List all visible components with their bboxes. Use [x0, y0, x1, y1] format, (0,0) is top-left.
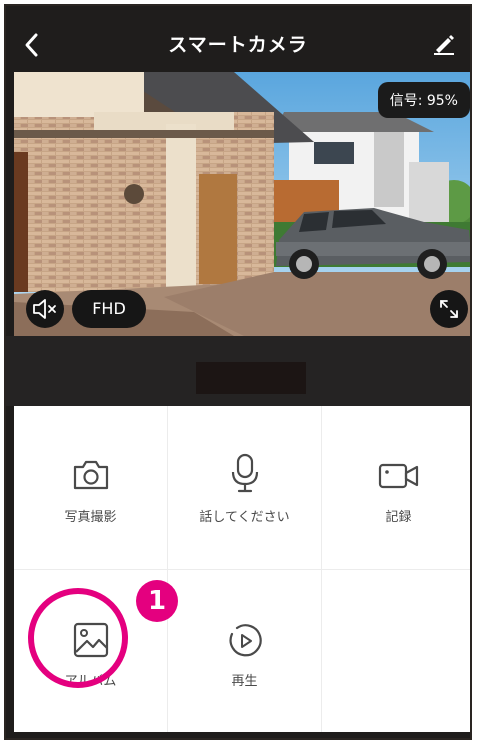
playback-label: 再生 [231, 674, 258, 689]
fullscreen-icon [440, 300, 458, 318]
take-photo-label: 写真撮影 [64, 510, 117, 525]
top-bar: スマートカメラ [6, 6, 470, 74]
speaker-muted-icon [33, 299, 56, 319]
edit-button[interactable] [432, 32, 456, 56]
talk-label: 話してください [199, 510, 290, 525]
fullscreen-button[interactable] [430, 290, 468, 328]
video-camera-icon [378, 463, 418, 489]
playback-icon [229, 624, 262, 657]
microphone-icon [231, 453, 258, 493]
step-number-badge: 1 [136, 580, 178, 622]
page-title: スマートカメラ [168, 34, 308, 56]
album-highlight-circle [28, 588, 128, 688]
video-quality-button[interactable]: FHD [72, 290, 146, 328]
talk-button[interactable]: 話してください [168, 406, 321, 569]
empty-cell [322, 570, 470, 733]
playback-button[interactable]: 再生 [168, 570, 321, 733]
take-photo-button[interactable]: 写真撮影 [14, 406, 167, 569]
signal-strength-badge: 信号: 95% [377, 82, 470, 118]
status-indicator [196, 362, 306, 394]
pencil-icon [434, 35, 454, 55]
control-bar [6, 336, 470, 406]
record-label: 記録 [385, 510, 412, 525]
record-button[interactable]: 記録 [322, 406, 470, 569]
mute-toggle-button[interactable] [26, 290, 64, 328]
camera-icon [73, 460, 108, 490]
camera-live-view[interactable]: 信号: 95% FHD [14, 72, 470, 336]
